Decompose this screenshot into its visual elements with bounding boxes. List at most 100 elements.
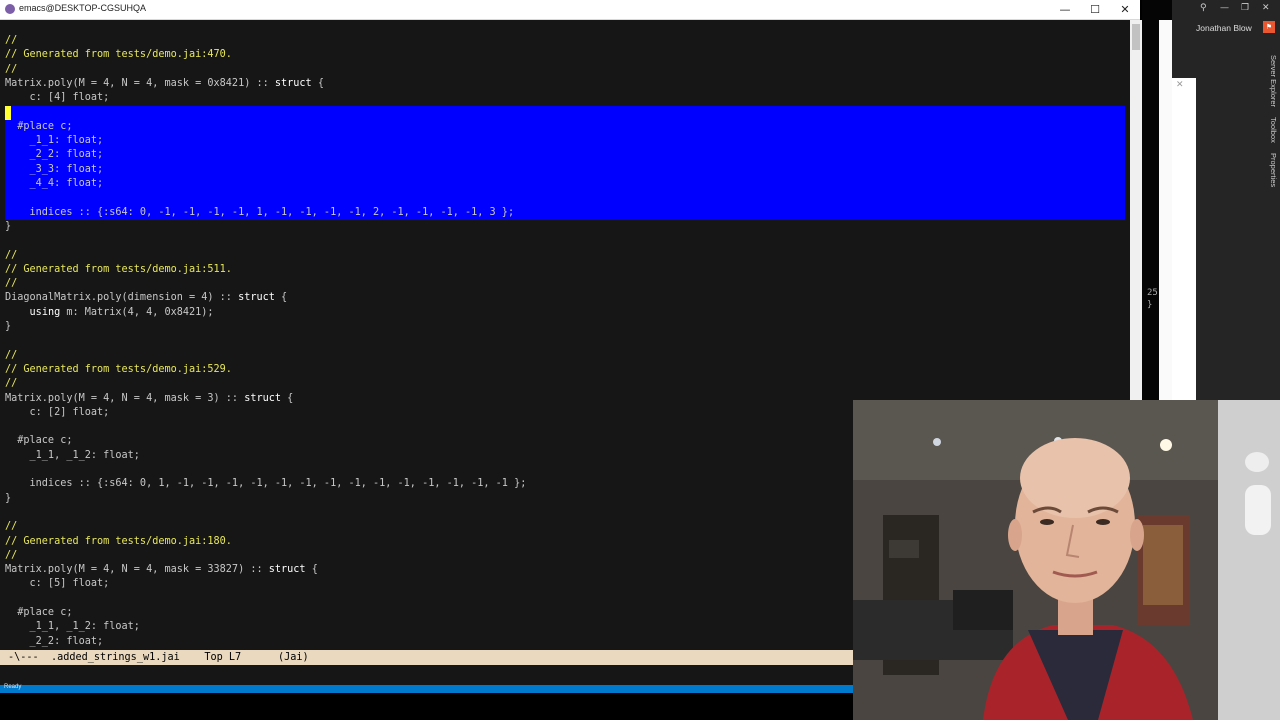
code-line[interactable]: #place c;	[5, 120, 72, 134]
search-icon[interactable]: ⚲	[1200, 3, 1207, 13]
code-line[interactable]: // Generated from tests/demo.jai:180.	[5, 535, 232, 549]
code-token: }	[5, 492, 12, 504]
code-token: _2_2: float;	[5, 149, 104, 161]
code-line[interactable]: c: [2] float;	[5, 406, 110, 420]
side-brace: }	[1147, 300, 1153, 310]
code-line[interactable]: // Generated from tests/demo.jai:529.	[5, 363, 232, 377]
code-line[interactable]: }	[5, 320, 11, 334]
code-token: {	[274, 292, 288, 304]
code-token: struct	[244, 392, 282, 404]
tab-properties[interactable]: Properties	[1262, 153, 1278, 187]
code-token: _1_1, _1_2: float;	[5, 449, 140, 461]
code-line[interactable]: c: [5] float;	[5, 577, 110, 591]
code-line[interactable]: indices :: {:s64: 0, -1, -1, -1, -1, 1, …	[5, 206, 515, 220]
code-token: // Generated from tests/demo.jai:529.	[5, 363, 232, 375]
status-text: Ready	[4, 684, 22, 690]
code-line[interactable]: _3_3: float;	[5, 163, 104, 177]
code-token: _1_1, _1_2: float;	[5, 621, 140, 633]
minimize-icon[interactable]: —	[1220, 3, 1229, 13]
code-line[interactable]: c: [4] float;	[5, 91, 110, 105]
modeline-major-mode[interactable]: (Jai)	[278, 652, 309, 663]
code-token: #place c;	[5, 607, 73, 618]
window-titlebar: emacs@DESKTOP-CGSUHQA — ☐ ✕	[0, 0, 1140, 20]
code-line[interactable]: using m: Matrix(4, 4, 0x8421);	[5, 306, 214, 320]
notification-icon[interactable]: ⚑	[1263, 21, 1275, 33]
webcam-overlay	[853, 400, 1280, 720]
code-token: {	[305, 564, 318, 576]
maximize-button[interactable]: ☐	[1080, 0, 1110, 19]
code-token: indices :: {:s64: 0, -1, -1, -1, -1, 1, …	[5, 206, 515, 218]
code-line[interactable]: _1_1: float;	[5, 134, 104, 148]
vertical-scrollbar[interactable]	[1130, 20, 1142, 400]
webcam-picture	[853, 400, 1280, 720]
close-button[interactable]: ✕	[1110, 0, 1140, 19]
tab-server-explorer[interactable]: Server Explorer	[1262, 55, 1278, 107]
code-token: //	[5, 249, 18, 261]
code-token: // Generated from tests/demo.jai:180.	[5, 535, 232, 547]
code-line[interactable]: _2_2: float;	[5, 148, 104, 162]
code-line[interactable]: //	[5, 34, 17, 48]
code-token: //	[5, 521, 18, 533]
code-line[interactable]: //	[5, 277, 17, 291]
minibuffer[interactable]	[0, 665, 853, 685]
modeline-position: Top L7	[204, 652, 242, 663]
code-token: // Generated from tests/demo.jai:511.	[5, 263, 232, 275]
code-token: m: Matrix(4, 4, 0x8421);	[60, 306, 214, 318]
code-line[interactable]: // Generated from tests/demo.jai:470.	[5, 48, 232, 62]
code-line[interactable]: //	[5, 349, 17, 363]
code-line[interactable]: _1_1, _1_2: float;	[5, 620, 140, 634]
text-cursor	[5, 106, 11, 120]
selection-highlight	[5, 106, 1125, 220]
code-token: //	[5, 549, 18, 561]
code-line[interactable]: #place c;	[5, 606, 72, 620]
side-white-panel	[1159, 20, 1172, 400]
scrollbar-thumb[interactable]	[1132, 24, 1140, 50]
code-line[interactable]: Matrix.poly(M = 4, N = 4, mask = 33827) …	[5, 563, 318, 577]
minimize-button[interactable]: —	[1050, 0, 1080, 19]
code-token: indices :: {:s64: 0, 1, -1, -1, -1, -1, …	[5, 478, 527, 490]
user-name[interactable]: Jonathan Blow	[1196, 23, 1252, 33]
code-line[interactable]: //	[5, 520, 17, 534]
modeline-flags: -\---	[8, 652, 39, 663]
emacs-app-icon	[5, 4, 15, 14]
code-token: struct	[238, 292, 275, 304]
code-line[interactable]: Matrix.poly(M = 4, N = 4, mask = 0x8421)…	[5, 77, 324, 91]
code-token: struct	[274, 77, 312, 89]
code-line[interactable]: _4_4: float;	[5, 177, 104, 191]
code-line[interactable]: _2_2: float;	[5, 635, 104, 649]
modeline-buffer-name[interactable]: .added_strings_w1.jai	[51, 652, 180, 663]
panel-close-icon[interactable]: ✕	[1176, 80, 1184, 90]
code-line[interactable]: }	[5, 220, 11, 234]
code-token: }	[5, 220, 12, 232]
code-token: Matrix.poly(M = 4, N = 4, mask = 0x8421)…	[5, 77, 275, 89]
code-line[interactable]: indices :: {:s64: 0, 1, -1, -1, -1, -1, …	[5, 477, 527, 491]
code-line[interactable]: // Generated from tests/demo.jai:511.	[5, 263, 232, 277]
side-number: 25	[1147, 288, 1158, 298]
code-token: c: [2] float;	[5, 406, 110, 418]
code-line[interactable]: DiagonalMatrix.poly(dimension = 4) :: st…	[5, 291, 287, 305]
code-token: //	[5, 35, 18, 46]
close-icon[interactable]: ✕	[1262, 3, 1270, 13]
code-line[interactable]: }	[5, 492, 11, 506]
code-token: Matrix.poly(M = 4, N = 4, mask = 33827) …	[5, 564, 269, 576]
code-line[interactable]: #place c;	[5, 434, 72, 448]
code-line[interactable]: //	[5, 549, 17, 563]
code-line[interactable]: _1_1, _1_2: float;	[5, 449, 140, 463]
code-token: c: [4] float;	[5, 92, 110, 104]
vs-white-panel	[1172, 78, 1196, 400]
code-token: //	[5, 378, 18, 390]
code-token: _2_2: float;	[5, 635, 104, 647]
code-token: #place c;	[5, 120, 73, 132]
code-line[interactable]: //	[5, 377, 17, 391]
tab-toolbox[interactable]: Toolbox	[1262, 117, 1278, 143]
code-token: _3_3: float;	[5, 163, 104, 175]
code-token: c: [5] float;	[5, 578, 110, 590]
restore-icon[interactable]: ❐	[1241, 3, 1249, 13]
code-token: }	[5, 321, 12, 332]
mode-line: -\--- .added_strings_w1.jai Top L7 (Jai)	[0, 650, 853, 665]
code-line[interactable]: //	[5, 63, 17, 77]
code-line[interactable]: //	[5, 249, 17, 263]
code-line[interactable]: Matrix.poly(M = 4, N = 4, mask = 3) :: s…	[5, 392, 293, 406]
code-token: #place c;	[5, 435, 73, 447]
